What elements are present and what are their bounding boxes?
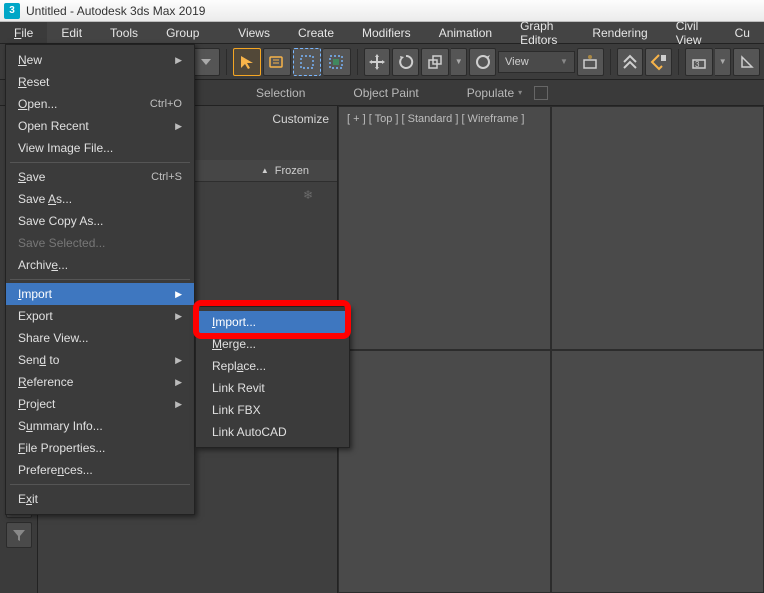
viewport-3[interactable] (338, 350, 551, 593)
submenu-link-revit[interactable]: Link Revit (196, 377, 349, 399)
select-manipulate-button[interactable] (617, 48, 644, 76)
reference-coord-dropdown[interactable]: View ▼ (498, 51, 575, 73)
scale-button[interactable] (421, 48, 449, 76)
menu-summary-info[interactable]: Summary Info... (6, 415, 194, 437)
snaps-dropdown[interactable]: ▼ (715, 48, 731, 76)
frozen-flake-icon: ❄ (303, 188, 313, 202)
menu-save[interactable]: SaveCtrl+S (6, 166, 194, 188)
menu-views[interactable]: Views (224, 22, 284, 43)
shortcut-label: Ctrl+S (151, 171, 182, 183)
tab-selection[interactable]: Selection (256, 86, 305, 100)
tab-object-paint[interactable]: Object Paint (353, 86, 418, 100)
menu-save-copy-as[interactable]: Save Copy As... (6, 210, 194, 232)
viewport-4[interactable] (551, 350, 764, 593)
window-title: Untitled - Autodesk 3ds Max 2019 (26, 4, 205, 18)
menu-exit[interactable]: Exit (6, 488, 194, 510)
menu-file-properties[interactable]: File Properties... (6, 437, 194, 459)
menu-view-image-file[interactable]: View Image File... (6, 137, 194, 159)
menu-separator (10, 279, 190, 280)
menu-reset[interactable]: Reset (6, 71, 194, 93)
submenu-arrow-icon: ▶ (175, 377, 182, 388)
angle-snap-button[interactable] (733, 48, 760, 76)
menu-tools[interactable]: Tools (96, 22, 152, 43)
keyboard-shortcut-button[interactable] (645, 48, 672, 76)
menu-save-selected: Save Selected... (6, 232, 194, 254)
submenu-arrow-icon: ▶ (175, 289, 182, 300)
sort-arrow-icon: ▲ (261, 166, 269, 175)
menu-reference[interactable]: Reference▶ (6, 371, 194, 393)
menu-separator (10, 484, 190, 485)
snaps-button[interactable]: 3 (685, 48, 713, 76)
submenu-arrow-icon: ▶ (175, 55, 182, 66)
menu-civil-view[interactable]: Civil View (662, 22, 721, 43)
viewport-top[interactable]: [ + ] [ Top ] [ Standard ] [ Wireframe ] (338, 106, 551, 350)
use-pivot-button[interactable] (577, 48, 604, 76)
menu-file[interactable]: File (0, 22, 47, 43)
rotate-button[interactable] (392, 48, 419, 76)
divider-icon (226, 49, 227, 75)
menu-preferences[interactable]: Preferences... (6, 459, 194, 481)
submenu-link-autocad[interactable]: Link AutoCAD (196, 421, 349, 443)
menu-modifiers[interactable]: Modifiers (348, 22, 425, 43)
menu-rendering[interactable]: Rendering (578, 22, 661, 43)
menu-group[interactable]: Group (152, 22, 213, 43)
divider-icon (357, 49, 358, 75)
file-menu: New▶ Reset Open...Ctrl+O Open Recent▶ Vi… (5, 44, 195, 515)
submenu-arrow-icon: ▶ (175, 399, 182, 410)
divider-icon (610, 49, 611, 75)
viewport-2[interactable] (551, 106, 764, 350)
rectangular-region-button[interactable] (293, 48, 321, 76)
window-crossing-button[interactable] (323, 48, 351, 76)
viewport-area: [ + ] [ Top ] [ Standard ] [ Wireframe ] (338, 106, 764, 593)
viewport-label[interactable]: [ + ] [ Top ] [ Standard ] [ Wireframe ] (347, 113, 524, 125)
menu-export[interactable]: Export▶ (6, 305, 194, 327)
divider-icon (678, 49, 679, 75)
menu-separator (10, 162, 190, 163)
menu-edit[interactable]: Edit (47, 22, 96, 43)
menu-open[interactable]: Open...Ctrl+O (6, 93, 194, 115)
submenu-arrow-icon: ▶ (175, 355, 182, 366)
reference-coord-label: View (505, 56, 529, 68)
menu-archive[interactable]: Archive... (6, 254, 194, 276)
tab-populate[interactable]: Populate (467, 86, 514, 100)
populate-expand-icon[interactable] (534, 86, 548, 100)
menu-new[interactable]: New▶ (6, 49, 194, 71)
populate-dropdown-icon[interactable]: ▾ (518, 88, 522, 97)
menu-import[interactable]: Import▶ (6, 283, 194, 305)
menu-send-to[interactable]: Send to▶ (6, 349, 194, 371)
select-object-button[interactable] (233, 48, 261, 76)
chevron-down-icon: ▼ (560, 57, 568, 66)
app-icon: 3 (4, 3, 20, 19)
menu-create[interactable]: Create (284, 22, 348, 43)
menu-open-recent[interactable]: Open Recent▶ (6, 115, 194, 137)
placement-button[interactable] (469, 48, 496, 76)
menu-animation[interactable]: Animation (425, 22, 506, 43)
select-by-name-button[interactable] (263, 48, 291, 76)
scale-dropdown[interactable]: ▼ (451, 48, 467, 76)
dock-filter2-button[interactable] (6, 522, 32, 548)
menu-project[interactable]: Project▶ (6, 393, 194, 415)
menu-save-as[interactable]: Save As... (6, 188, 194, 210)
submenu-arrow-icon: ▶ (175, 121, 182, 132)
customize-link[interactable]: Customize (272, 112, 329, 126)
menu-graph-editors[interactable]: Graph Editors (506, 22, 578, 43)
import-submenu: Import... Merge... Replace... Link Revit… (195, 306, 350, 448)
svg-text:3: 3 (695, 60, 700, 69)
frozen-label: Frozen (275, 165, 309, 177)
shortcut-label: Ctrl+O (150, 98, 182, 110)
submenu-merge[interactable]: Merge... (196, 333, 349, 355)
submenu-arrow-icon: ▶ (175, 311, 182, 322)
title-bar: 3 Untitled - Autodesk 3ds Max 2019 (0, 0, 764, 22)
submenu-import[interactable]: Import... (196, 311, 349, 333)
submenu-link-fbx[interactable]: Link FBX (196, 399, 349, 421)
toolbar-dropdown-1[interactable] (193, 48, 220, 76)
submenu-replace[interactable]: Replace... (196, 355, 349, 377)
move-button[interactable] (364, 48, 391, 76)
menu-customize-truncated[interactable]: Cu (721, 22, 764, 43)
menu-share-view[interactable]: Share View... (6, 327, 194, 349)
menu-bar: File Edit Tools Group Views Create Modif… (0, 22, 764, 44)
